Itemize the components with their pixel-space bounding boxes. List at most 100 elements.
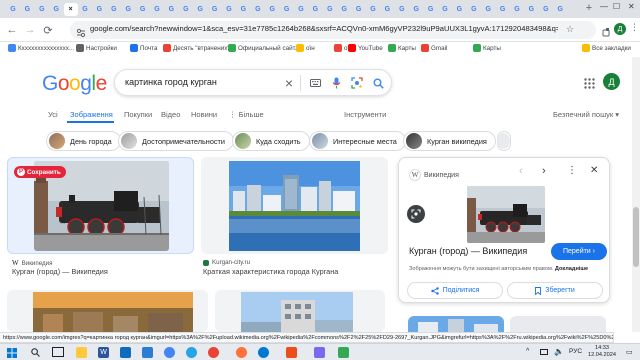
visual-search-button[interactable] — [407, 205, 425, 223]
chip-kurgan-wikipedia[interactable]: Курган википедия — [403, 131, 496, 151]
notifications-icon[interactable]: ▭ — [626, 348, 633, 356]
image-result-card[interactable] — [201, 157, 388, 254]
bookmark-item[interactable]: Gmail — [421, 44, 447, 52]
browser-tab[interactable]: G — [308, 3, 322, 16]
image-result-card[interactable] — [215, 290, 385, 332]
tab-all[interactable]: Усі — [48, 110, 58, 119]
page-scrollbar[interactable] — [632, 57, 640, 332]
panel-preview-image[interactable] — [467, 186, 545, 243]
bookmark-item[interactable]: Десять "втрачених"... — [163, 44, 235, 52]
tab-shopping[interactable]: Покупки — [124, 110, 152, 119]
volume-icon[interactable]: 🔈 — [554, 347, 564, 356]
app-icon[interactable] — [258, 347, 269, 358]
search-icon[interactable] — [372, 77, 384, 89]
result-image-city-aerial[interactable] — [33, 292, 193, 332]
search-input[interactable]: картинка город курган — [125, 77, 217, 87]
browser-tab[interactable]: G — [524, 3, 538, 16]
forward-button[interactable]: → — [22, 22, 38, 38]
tools-button[interactable]: Інструменти — [344, 110, 386, 119]
browser-tab[interactable]: G — [510, 3, 524, 16]
browser-tab[interactable]: G — [280, 3, 294, 16]
browser-tab[interactable]: G — [337, 3, 351, 16]
address-bar[interactable]: google.com/search?newwindow=1&sca_esv=31… — [70, 21, 596, 39]
bookmark-item[interactable]: Почта — [130, 44, 158, 52]
browser-tab[interactable]: G — [294, 3, 308, 16]
system-clock[interactable]: 14:33 12.04.2024 — [588, 345, 616, 359]
browser-tab[interactable]: G — [395, 3, 409, 16]
bookmark-item[interactable]: Кххххххххххххххх... — [8, 44, 74, 52]
search-box[interactable]: картинка город курган × — [114, 69, 392, 96]
network-icon[interactable] — [540, 349, 548, 355]
extensions-icon[interactable] — [602, 24, 612, 42]
word-icon[interactable]: W — [98, 347, 109, 358]
previous-image-icon[interactable]: ‹ — [519, 165, 523, 177]
browser-menu-icon[interactable]: ⋮ — [630, 22, 639, 33]
image-result-card[interactable]: P Сохранить ☝ — [7, 157, 194, 254]
browser-tab[interactable]: G — [78, 3, 92, 16]
save-image-button[interactable]: P Сохранить — [14, 166, 66, 178]
browser-tab[interactable]: G — [193, 3, 207, 16]
account-avatar[interactable]: Д — [603, 73, 620, 90]
browser-tab[interactable]: G — [496, 3, 510, 16]
voice-search-icon[interactable] — [330, 77, 342, 89]
browser-tab[interactable]: G — [467, 3, 481, 16]
browser-tab[interactable]: G — [409, 3, 423, 16]
browser-tab[interactable]: G — [121, 3, 135, 16]
browser-tab[interactable]: G — [438, 3, 452, 16]
telegram-icon[interactable] — [186, 347, 197, 358]
related-image[interactable] — [510, 316, 606, 332]
back-button[interactable]: ← — [4, 22, 20, 38]
reload-button[interactable]: ⟳ — [40, 22, 56, 38]
result-title[interactable]: Краткая характеристика города Кургана — [203, 267, 338, 276]
chip-more[interactable] — [497, 131, 511, 151]
tab-more[interactable]: ⋮ Більше — [229, 110, 264, 119]
browser-tab[interactable]: G — [164, 3, 178, 16]
keyboard-icon[interactable] — [309, 77, 321, 89]
browser-tab[interactable]: G — [107, 3, 121, 16]
browser-tab[interactable]: G — [380, 3, 394, 16]
panel-source[interactable]: W Википедия — [409, 169, 459, 181]
windows-start-icon[interactable] — [6, 347, 17, 358]
browser-tab[interactable]: G — [179, 3, 193, 16]
browser-tab[interactable]: G — [136, 3, 150, 16]
firefox-icon[interactable] — [236, 347, 247, 358]
bookmark-item[interactable]: Официальный сайт... — [228, 44, 300, 52]
google-logo[interactable]: Google — [42, 72, 107, 96]
app-icon[interactable] — [120, 347, 131, 358]
image-result-card[interactable] — [7, 290, 208, 332]
browser-tab[interactable]: G — [452, 3, 466, 16]
input-language[interactable]: РУС — [569, 348, 582, 355]
clear-search-icon[interactable]: × — [283, 75, 295, 91]
bookmark-item[interactable]: Карты — [473, 44, 501, 52]
bookmark-item[interactable]: оїн — [296, 44, 315, 52]
more-options-icon[interactable]: ⋮ — [567, 165, 577, 176]
close-window-button[interactable]: ✕ — [628, 2, 635, 11]
scrollbar-thumb[interactable] — [633, 207, 639, 267]
browser-tab[interactable]: G — [150, 3, 164, 16]
taskbar-search-icon[interactable] — [30, 347, 41, 358]
app-icon[interactable] — [286, 347, 297, 358]
browser-tab[interactable]: G — [265, 3, 279, 16]
site-info-icon[interactable] — [76, 25, 86, 43]
app-icon[interactable] — [338, 347, 349, 358]
result-image-city-skyline[interactable] — [229, 161, 360, 251]
result-source[interactable]: Kurgan-city.ru — [203, 259, 250, 266]
app-icon[interactable] — [314, 347, 325, 358]
browser-tab[interactable]: G — [35, 3, 49, 16]
related-image[interactable] — [408, 316, 504, 332]
chip-sights[interactable]: Достопримечательности — [118, 131, 234, 151]
chip-where-to-go[interactable]: Куда сходить — [232, 131, 310, 151]
next-image-icon[interactable]: › — [542, 165, 546, 177]
all-bookmarks[interactable]: Все закладки — [582, 44, 631, 52]
browser-tab[interactable]: G — [352, 3, 366, 16]
browser-tab[interactable]: G — [553, 3, 567, 16]
bookmark-item[interactable]: Карты — [388, 44, 416, 52]
browser-tab[interactable]: G — [236, 3, 250, 16]
browser-tab[interactable]: G — [6, 3, 20, 16]
panel-title[interactable]: Курган (город) — Википедия — [409, 246, 527, 256]
bookmark-item[interactable]: Настройки — [76, 44, 117, 52]
profile-avatar[interactable]: Д — [614, 23, 626, 35]
new-tab-button[interactable]: + — [583, 2, 595, 15]
browser-tab[interactable]: G — [208, 3, 222, 16]
browser-tab[interactable]: G — [92, 3, 106, 16]
